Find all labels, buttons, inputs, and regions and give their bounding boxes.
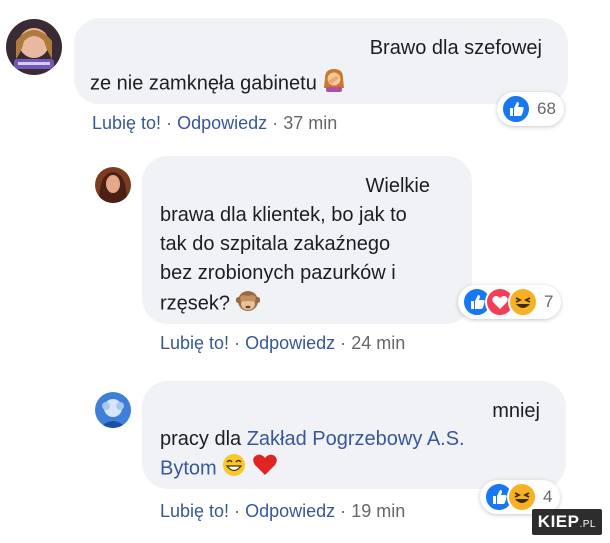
separator: ·: [166, 113, 173, 133]
timestamp[interactable]: 24 min: [351, 333, 405, 353]
site-watermark-logo: KIEP.PL: [531, 509, 602, 535]
comment-actions: Lubię to! · Odpowiedz · 37 min: [92, 113, 337, 134]
reaction-count: 68: [537, 99, 556, 118]
comment-text-line: brawa dla klientek, bo jak to: [160, 204, 407, 226]
comment-text-line: pracy dla Zakład Pogrzebowy A.S.: [160, 428, 465, 450]
reaction-count: 7: [544, 292, 554, 311]
red-heart-emoji: [252, 453, 278, 485]
separator: ·: [234, 333, 241, 353]
like-icon: [501, 94, 531, 124]
page-mention-link[interactable]: Zakład Pogrzebowy A.S.: [247, 428, 465, 450]
like-link[interactable]: Lubię to!: [160, 333, 229, 353]
comment-text-line: ze nie zamknęła gabinetu: [90, 68, 346, 100]
reaction-summary[interactable]: 68: [497, 92, 564, 126]
timestamp[interactable]: 19 min: [351, 501, 405, 521]
comment-text-line: bez zrobionych pazurków i: [160, 262, 396, 284]
commenter-avatar[interactable]: [95, 167, 131, 203]
like-link[interactable]: Lubię to!: [160, 501, 229, 521]
haha-icon: [508, 287, 538, 317]
reply-link[interactable]: Odpowiedz: [177, 113, 267, 133]
grinning-emoji: [222, 453, 246, 485]
comment-text-line: Bytom: [160, 453, 278, 485]
comment-actions: Lubię to! · Odpowiedz · 24 min: [160, 333, 405, 354]
haha-icon: [507, 482, 537, 512]
comment-actions: Lubię to! · Odpowiedz · 19 min: [160, 501, 405, 522]
woman-facepalming-emoji: [322, 68, 346, 100]
timestamp[interactable]: 37 min: [283, 113, 337, 133]
separator: ·: [340, 501, 347, 521]
comment-bubble: Wielkie brawa dla klientek, bo jak to ta…: [142, 156, 472, 324]
comment-text-line: Brawo dla szefowej: [369, 37, 542, 59]
separator: ·: [272, 113, 279, 133]
reply-link[interactable]: Odpowiedz: [245, 501, 335, 521]
comment-text-line: rzęsek?: [160, 288, 261, 320]
like-link[interactable]: Lubię to!: [92, 113, 161, 133]
commenter-avatar[interactable]: [6, 19, 62, 75]
commenter-avatar[interactable]: [95, 392, 131, 428]
comment-bubble: Brawo dla szefowej ze nie zamknęła gabin…: [74, 18, 568, 104]
separator: ·: [234, 501, 241, 521]
reaction-count: 4: [543, 487, 553, 506]
see-no-evil-monkey-emoji: [235, 288, 261, 320]
comment-text-line: tak do szpitala zakaźnego: [160, 233, 391, 255]
comment-text-line: Wielkie: [365, 175, 430, 197]
reaction-summary[interactable]: 7: [458, 285, 562, 319]
comment-bubble: mniej pracy dla Zakład Pogrzebowy A.S. B…: [142, 381, 566, 489]
page-mention-link[interactable]: Bytom: [160, 457, 217, 479]
separator: ·: [340, 333, 347, 353]
comment-text-line: mniej: [492, 400, 540, 422]
reply-link[interactable]: Odpowiedz: [245, 333, 335, 353]
